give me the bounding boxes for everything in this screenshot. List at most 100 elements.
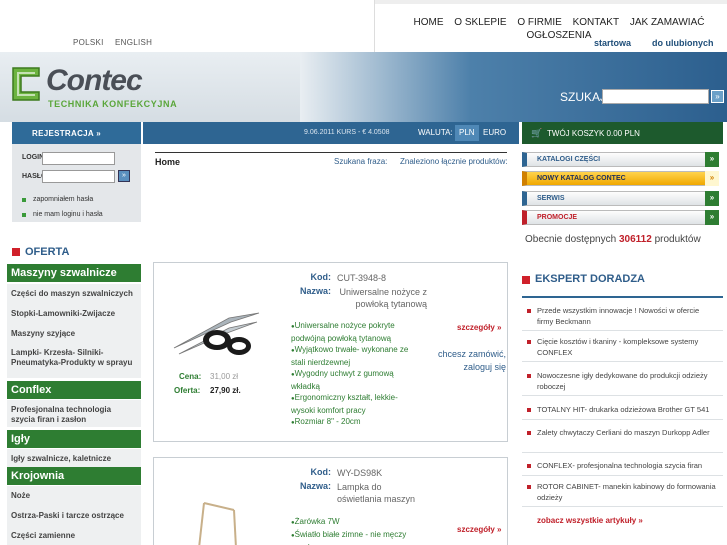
sub-lampki[interactable]: Lampki- Krzesła- Silniki- Pneumatyka-Pro… [7, 343, 141, 379]
nav-jak-zamawiac[interactable]: JAK ZAMAWIAĆ [630, 17, 705, 28]
feature-item: Uniwersalne nożyce pokryte podwójną powł… [291, 320, 421, 344]
arrow-right-icon: » [705, 171, 719, 186]
nav-ogloszenia[interactable]: OGŁOSZENIA [526, 30, 591, 41]
serwis-button[interactable]: SERWIS » [522, 191, 719, 206]
contec-logo-icon[interactable] [9, 64, 43, 104]
lamp-product-image[interactable] [184, 498, 244, 545]
logo-wordmark[interactable]: Contec [46, 64, 143, 98]
category-krojownia[interactable]: Krojownia [7, 467, 141, 485]
date-rate: 9.06.2011 KURS - € 4.0508 [304, 129, 390, 136]
ekspert-divider [522, 296, 723, 298]
oferta-price-label: Oferta: [174, 386, 201, 395]
see-all-label: zobacz wszystkie artykuły [537, 516, 637, 525]
oferta-price-value: 27,90 zł. [210, 386, 241, 395]
chevron-right-icon: » [497, 323, 502, 332]
article-link[interactable]: Nowoczesne igły dedykowane do produkcji … [522, 370, 723, 396]
product-name[interactable]: Lampka do oświetlania maszyn [337, 481, 417, 505]
cart-text: TWÓJ KOSZYK 0.00 PLN [547, 129, 640, 138]
breadcrumb[interactable]: Home [155, 157, 180, 167]
lang-english-link[interactable]: ENGLISH [115, 38, 152, 47]
sub-conflex[interactable]: Profesjonalna technologia szycia firan i… [7, 400, 141, 428]
nav-home[interactable]: HOME [414, 17, 444, 28]
login-label: LOGIN [22, 154, 45, 161]
ekspert-heading: EKSPERT DORADZA [535, 273, 646, 285]
button-label: SERWIS [537, 195, 565, 202]
sub-czesci-zamienne[interactable]: Części zamienne [7, 526, 141, 545]
sub-maszyny-szyjace[interactable]: Maszyny szyjące [7, 324, 141, 345]
article-link[interactable]: Cięcie kosztów i tkaniny - kompleksowe s… [522, 336, 723, 362]
feature-item: Wyjątkowo trwałe- wykonane ze stali nier… [291, 344, 421, 368]
feature-list: Uniwersalne nożyce pokryte podwójną powł… [291, 320, 421, 429]
article-link[interactable]: TOTALNY HIT- drukarka odzieżowa Brother … [522, 404, 723, 420]
katalogi-czesci-button[interactable]: KATALOGI CZĘŚCI » [522, 152, 719, 167]
feature-item: Ergonomiczny kształt, lekkie- wysoki kom… [291, 392, 421, 416]
ulubione-link[interactable]: do ulubionych [652, 38, 714, 48]
product-name[interactable]: Uniwersalne nożyce z powłoką tytanową [337, 286, 427, 310]
cena-value: 31,00 zł [210, 372, 239, 381]
search-go-button[interactable]: » [711, 90, 724, 103]
article-link[interactable]: CONFLEX- profesjonalna technologia szyci… [522, 460, 723, 476]
login-submit-button[interactable]: » [118, 170, 130, 182]
logo-tagline: TECHNIKA KONFEKCYJNA [48, 99, 178, 109]
details-link[interactable]: szczegóły » [457, 323, 501, 332]
button-label: KATALOGI CZĘŚCI [537, 156, 601, 163]
nav-kontakt[interactable]: KONTAKT [573, 17, 619, 28]
sub-stopki[interactable]: Stopki-Lamowniki-Zwijacze [7, 304, 141, 325]
see-all-articles-link[interactable]: zobacz wszystkie artykuły » [537, 516, 643, 525]
chevron-right-icon: » [638, 516, 643, 525]
search-input[interactable] [602, 89, 709, 104]
login-header[interactable]: REJESTRACJA » [12, 122, 141, 144]
cart-icon: 🛒 [531, 128, 543, 138]
available-products: Obecnie dostępnych 306112 produktów [525, 234, 701, 245]
info-bar: 9.06.2011 KURS - € 4.0508 WALUTA: PLN EU… [143, 122, 519, 144]
arrow-right-icon: » [122, 172, 126, 179]
breadcrumb-line [155, 152, 507, 153]
arrow-right-icon: » [705, 210, 719, 225]
header-gradient [300, 52, 727, 122]
category-conflex[interactable]: Conflex [7, 381, 141, 399]
details-label: szczegóły [457, 323, 495, 332]
lang-polski-link[interactable]: POLSKI [73, 38, 104, 47]
promocje-button[interactable]: PROMOCJE » [522, 210, 719, 225]
startowa-link[interactable]: startowa [594, 38, 631, 48]
category-maszyny[interactable]: Maszyny szwalnicze [7, 264, 141, 282]
waluta-label: WALUTA: [418, 128, 453, 137]
available-unit: produktów [654, 234, 701, 245]
sub-ostrza[interactable]: Ostrza-Paski i tarcze ostrzące [7, 506, 141, 527]
nazwa-label: Nazwa: [299, 481, 331, 491]
available-count: 306112 [618, 234, 652, 245]
forgot-password-link[interactable]: zapomniałem hasła [21, 196, 93, 203]
nav-o-firmie[interactable]: O FIRMIE [517, 17, 561, 28]
nowy-katalog-button[interactable]: NOWY KATALOG CONTEC » [522, 171, 719, 186]
details-link[interactable]: szczegóły » [457, 525, 501, 534]
arrow-right-icon: » [705, 152, 719, 167]
article-link[interactable]: ROTOR CABINET- manekin kabinowy do formo… [522, 481, 723, 507]
article-link[interactable]: Zalety chwytaczy Cerliani do maszyn Durk… [522, 427, 723, 453]
cart-bar[interactable]: 🛒 TWÓJ KOSZYK 0.00 PLN [522, 122, 723, 144]
top-nav: HOME O SKLEPIE O FIRMIE KONTAKT JAK ZAMA… [374, 0, 727, 52]
login-input[interactable] [42, 152, 115, 165]
scissors-product-image[interactable] [169, 308, 264, 358]
feature-item: Wygodny uchwyt z gumową wkładką [291, 368, 421, 392]
oferta-square-icon [12, 248, 20, 256]
currency-pln[interactable]: PLN [455, 125, 479, 141]
kod-label: Kod: [310, 272, 332, 282]
product-card: Kod: CUT-3948-8 Nazwa: Uniwersalne nożyc… [153, 262, 508, 442]
kod-label: Kod: [310, 467, 332, 477]
nav-o-sklepie[interactable]: O SKLEPIE [454, 17, 506, 28]
product-code: CUT-3948-8 [337, 273, 387, 283]
no-login-link[interactable]: nie mam loginu i hasła [22, 211, 103, 218]
category-igly[interactable]: Igły [7, 430, 141, 448]
password-input[interactable] [42, 170, 115, 183]
order-login-link[interactable]: chcesz zamówić, zaloguj się [434, 348, 506, 374]
ekspert-square-icon [522, 276, 530, 284]
arrow-right-icon: » [715, 92, 720, 101]
page: POLSKI ENGLISH HOME O SKLEPIE O FIRMIE K… [0, 0, 727, 545]
currency-euro[interactable]: EURO [479, 125, 510, 141]
sub-czesci[interactable]: Części do maszyn szwalniczych [7, 284, 141, 305]
product-code: WY-DS98K [337, 468, 383, 478]
sub-noze[interactable]: Noże [7, 486, 141, 507]
nazwa-label: Nazwa: [299, 286, 331, 296]
chevron-right-icon: » [497, 525, 502, 534]
article-link[interactable]: Przede wszystkim innowacje ! Nowości w o… [522, 305, 723, 331]
